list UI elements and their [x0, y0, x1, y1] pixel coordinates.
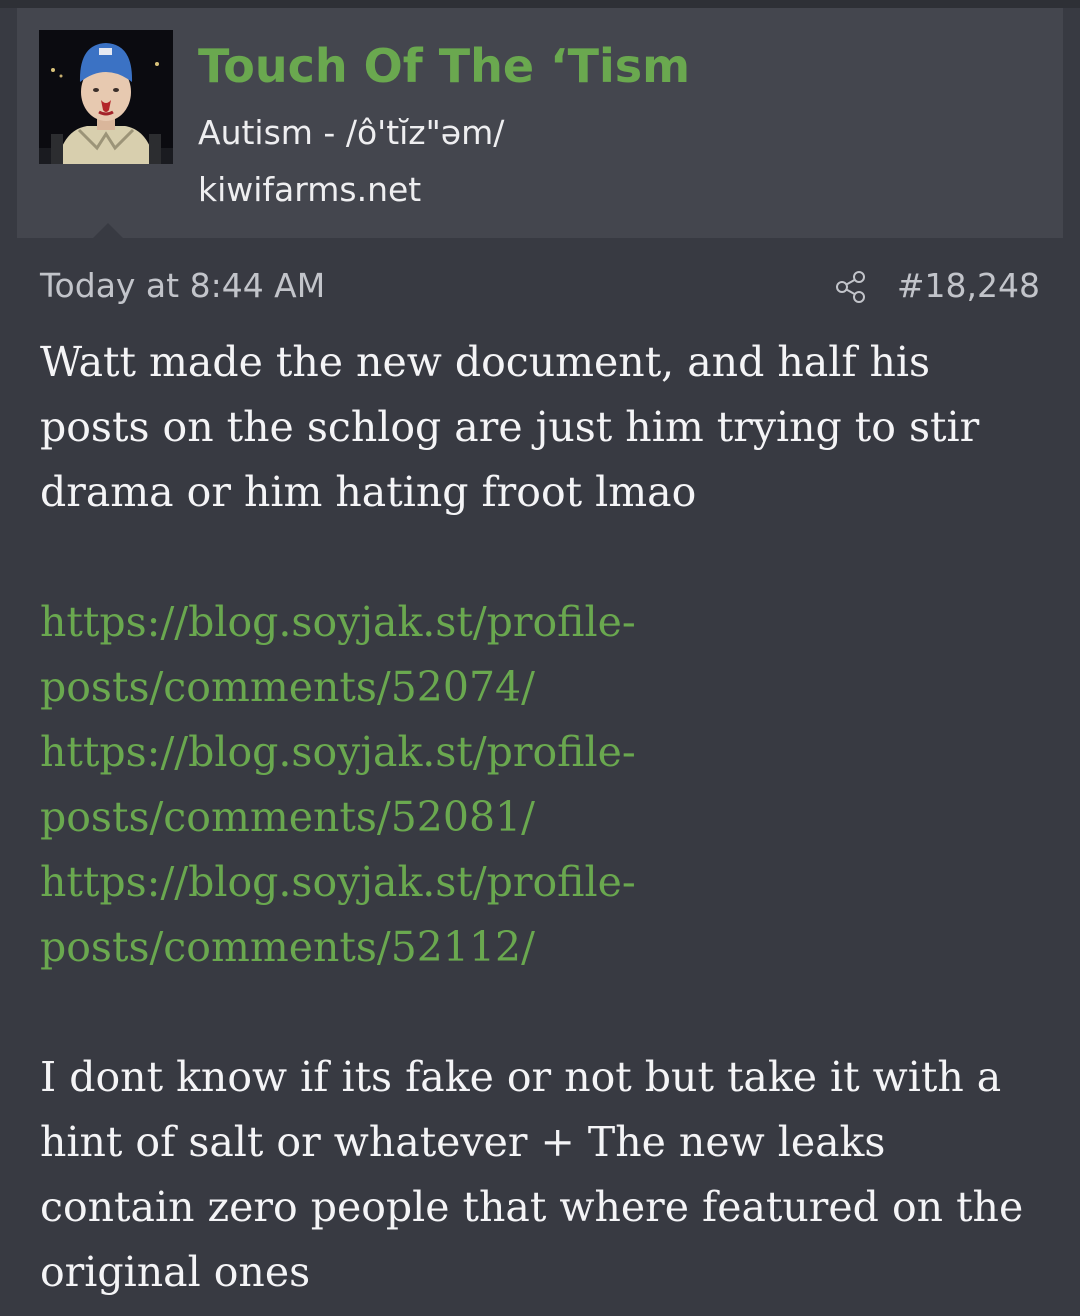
user-title: Autism - /ô'tĭz"əm/ [198, 113, 505, 152]
link-text-line: posts/comments/52074/ [40, 663, 535, 711]
post-link[interactable]: https://blog.soyjak.st/profile- posts/co… [40, 850, 1040, 980]
user-site-label: kiwifarms.net [198, 170, 422, 209]
post-number-link[interactable]: #18,248 [897, 263, 1040, 309]
link-text-line: https://blog.soyjak.st/profile- [40, 598, 636, 646]
post-link[interactable]: https://blog.soyjak.st/profile- posts/co… [40, 590, 1040, 720]
link-text-line: posts/comments/52112/ [40, 923, 535, 971]
top-strip [0, 0, 1080, 8]
post-body: Watt made the new document, and half his… [40, 330, 1040, 1305]
page: Touch Of The ‘Tism Autism - /ô'tĭz"əm/ k… [0, 0, 1080, 1316]
avatar-photo [39, 30, 173, 164]
user-avatar[interactable] [39, 30, 173, 164]
share-icon-glyph [836, 271, 865, 303]
post-paragraph: Watt made the new document, and half his… [40, 338, 980, 516]
share-icon[interactable] [833, 269, 869, 305]
post-user-header: Touch Of The ‘Tism Autism - /ô'tĭz"əm/ k… [17, 8, 1063, 238]
post-paragraph: I dont know if its fake or not but take … [40, 1053, 1024, 1296]
username-link[interactable]: Touch Of The ‘Tism [198, 36, 690, 96]
post-meta-bar: Today at 8:44 AM #18,248 [17, 263, 1063, 309]
link-text-line: posts/comments/52081/ [40, 793, 535, 841]
post-link[interactable]: https://blog.soyjak.st/profile- posts/co… [40, 720, 1040, 850]
header-pointer-arrow [93, 223, 123, 238]
link-text-line: https://blog.soyjak.st/profile- [40, 858, 636, 906]
post-timestamp-link[interactable]: Today at 8:44 AM [40, 263, 325, 309]
link-text-line: https://blog.soyjak.st/profile- [40, 728, 636, 776]
forum-post: Touch Of The ‘Tism Autism - /ô'tĭz"əm/ k… [17, 8, 1063, 1316]
